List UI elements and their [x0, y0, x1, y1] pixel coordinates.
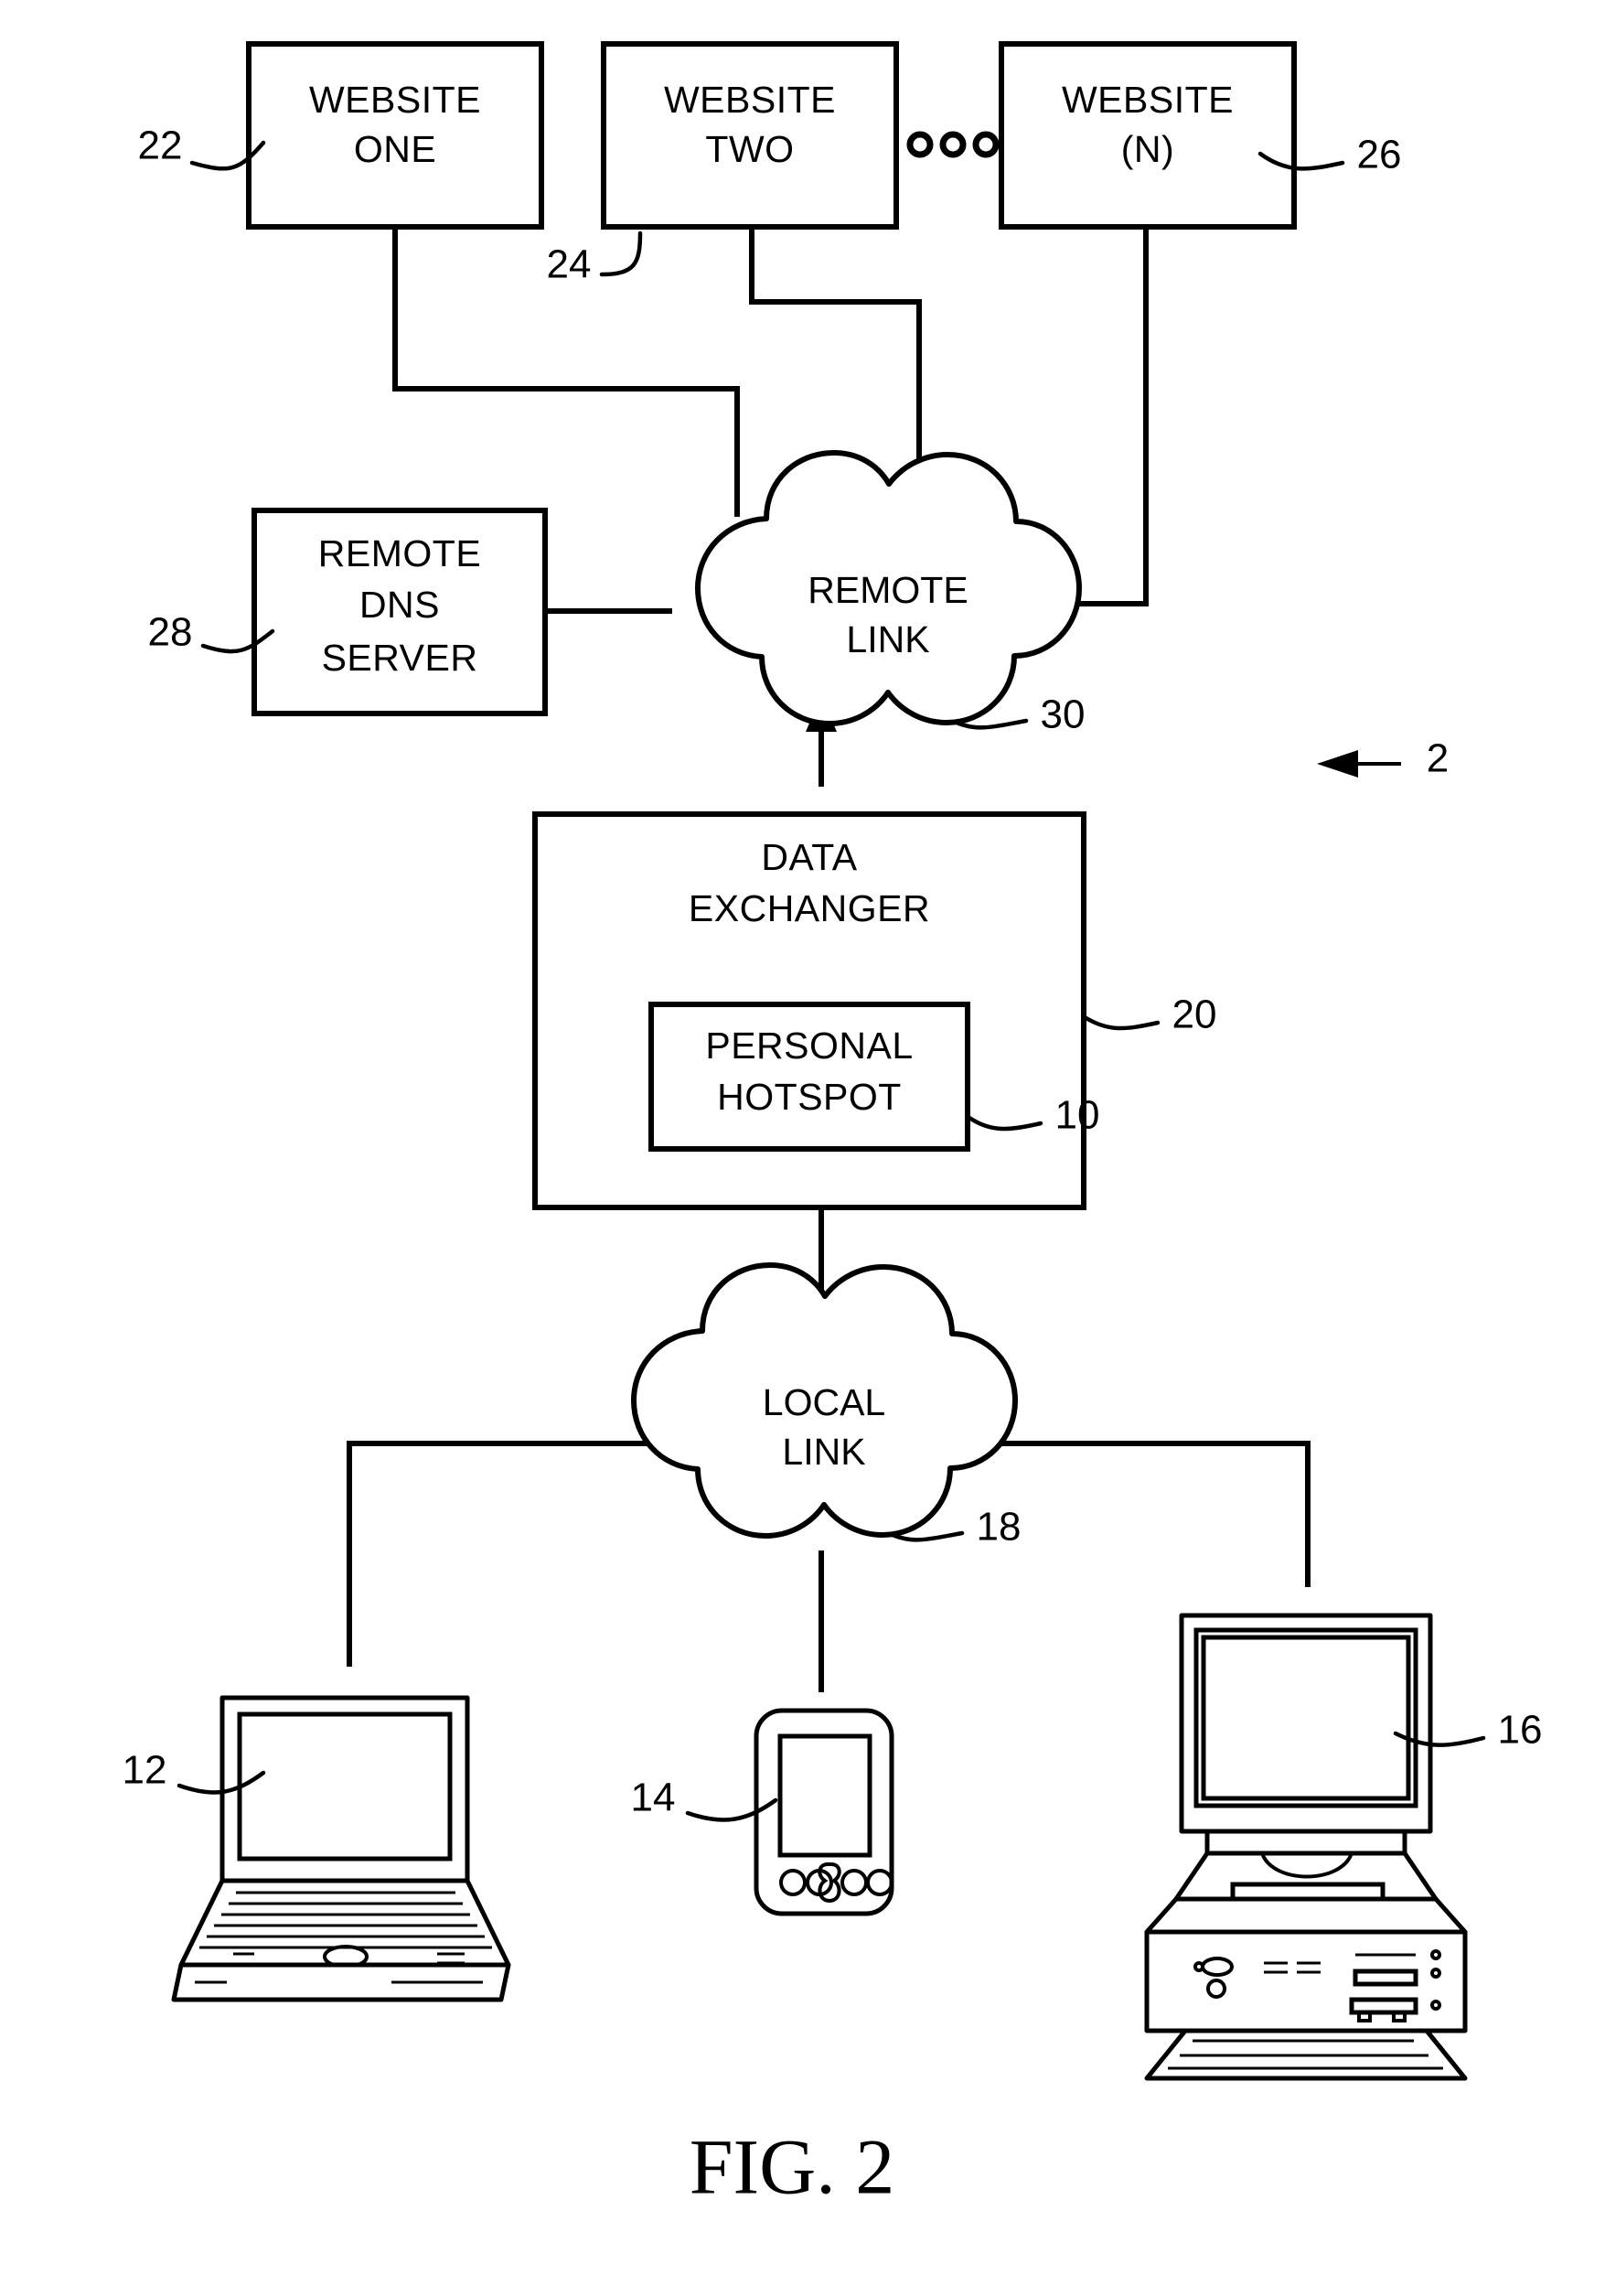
- figure-canvas: WEBSITE ONE 22 WEBSITE TWO 24 ooo WEBSIT…: [123, 41, 1543, 2211]
- desktop-monitor-neck: [1204, 1829, 1407, 1856]
- remote-link-label-line1: REMOTE: [808, 569, 968, 611]
- data-exchanger-label-line1: DATA: [761, 836, 857, 878]
- ref-24-label: 24: [547, 242, 592, 287]
- ref-24-group: 24: [547, 231, 643, 287]
- remote-dns-label-line2: DNS: [359, 584, 440, 626]
- device-desktop[interactable]: [1144, 1613, 1468, 2081]
- remote-dns-label-line3: SERVER: [322, 637, 478, 679]
- node-website-one[interactable]: WEBSITE ONE: [246, 41, 544, 230]
- ref-20-leader-line: [1082, 1014, 1161, 1031]
- ref-28-label: 28: [148, 610, 193, 655]
- device-laptop[interactable]: [171, 1695, 511, 2002]
- system-ref-arrowhead: [1317, 750, 1358, 778]
- ref-12-label: 12: [123, 1748, 167, 1793]
- website-n-label-line1: WEBSITE: [1062, 79, 1234, 121]
- node-data-exchanger[interactable]: DATA EXCHANGER PERSONAL HOTSPOT: [532, 811, 1086, 1210]
- ref-10-label: 10: [1055, 1093, 1100, 1138]
- personal-hotspot-label-line1: PERSONAL: [705, 1025, 913, 1067]
- ref-18-label: 18: [977, 1505, 1022, 1550]
- ref-20-group: 20: [1082, 992, 1217, 1037]
- ref-26-label: 26: [1357, 133, 1402, 177]
- node-remote-dns-server[interactable]: REMOTE DNS SERVER: [251, 508, 548, 716]
- node-local-link[interactable]: LOCAL LINK: [631, 1262, 1018, 1539]
- ref-30-label: 30: [1041, 692, 1086, 737]
- connector-local-link-to-desktop: [971, 1441, 1311, 1587]
- local-link-label-line1: LOCAL: [763, 1381, 885, 1423]
- connector-local-link-to-laptop: [347, 1441, 672, 1667]
- figure-caption: FIG. 2: [690, 2123, 895, 2211]
- patent-figure: WEBSITE ONE 22 WEBSITE TWO 24 ooo WEBSIT…: [0, 0, 1605, 2296]
- remote-link-label-line2: LINK: [846, 618, 929, 660]
- local-link-label-line2: LINK: [782, 1431, 865, 1473]
- laptop-lid: [219, 1695, 470, 1883]
- system-ref-arrow-group: 2: [1317, 736, 1449, 781]
- device-handheld[interactable]: [754, 1708, 894, 1916]
- website-n-label-line2: (N): [1121, 128, 1174, 170]
- desktop-tower-top: [1144, 1896, 1468, 1935]
- system-ref-label: 2: [1427, 736, 1449, 781]
- ref-20-label: 20: [1172, 992, 1217, 1037]
- data-exchanger-label-line2: EXCHANGER: [689, 887, 930, 929]
- remote-dns-label-line1: REMOTE: [318, 532, 481, 574]
- ref-22-group: 22: [138, 123, 266, 171]
- node-personal-hotspot[interactable]: PERSONAL HOTSPOT: [648, 1002, 970, 1152]
- ref-24-leader-line: [599, 231, 643, 277]
- ref-14-group: 14: [631, 1776, 778, 1822]
- website-two-label-line1: WEBSITE: [664, 79, 836, 121]
- website-one-label-line2: ONE: [354, 128, 436, 170]
- ellipsis-icon: ooo: [906, 131, 1000, 158]
- ref-16-label: 16: [1498, 1708, 1543, 1753]
- node-remote-link[interactable]: REMOTE LINK: [695, 450, 1082, 726]
- personal-hotspot-label-line2: HOTSPOT: [717, 1076, 902, 1118]
- website-one-label-line1: WEBSITE: [309, 79, 481, 121]
- node-website-two[interactable]: WEBSITE TWO: [601, 41, 899, 230]
- website-two-label-line2: TWO: [705, 128, 794, 170]
- node-website-n[interactable]: WEBSITE (N): [999, 41, 1297, 230]
- ref-22-label: 22: [138, 123, 183, 168]
- ref-14-label: 14: [631, 1776, 676, 1820]
